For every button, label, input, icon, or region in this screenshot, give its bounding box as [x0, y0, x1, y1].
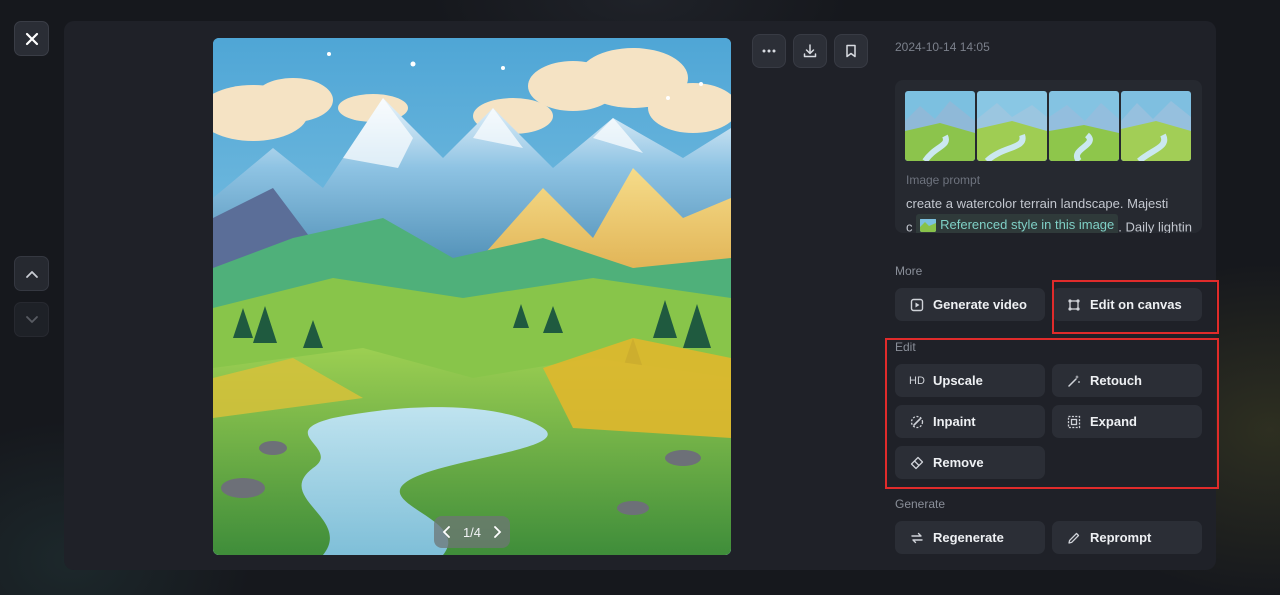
hd-icon: HD [909, 374, 925, 387]
refresh-icon [909, 530, 925, 546]
download-icon [803, 44, 817, 58]
timestamp: 2024-10-14 14:05 [895, 40, 990, 54]
expand-icon [1066, 414, 1082, 430]
inpaint-brush-icon [909, 414, 925, 430]
video-add-icon [909, 297, 925, 313]
thumbnail[interactable] [905, 91, 975, 161]
eraser-icon [909, 455, 925, 471]
generate-section-label: Generate [895, 497, 946, 511]
generate-video-button[interactable]: Generate video [895, 288, 1045, 321]
reprompt-button[interactable]: Reprompt [1052, 521, 1202, 554]
bookmark-icon [846, 44, 856, 58]
inpaint-button[interactable]: Inpaint [895, 405, 1045, 438]
thumbnail[interactable] [1121, 91, 1191, 161]
generated-image[interactable] [213, 38, 731, 555]
thumbnail[interactable] [977, 91, 1047, 161]
thumbnail-strip [905, 91, 1191, 161]
edit-on-canvas-button[interactable]: Edit on canvas [1052, 288, 1202, 321]
reference-thumbnail [920, 218, 937, 232]
download-button[interactable] [793, 34, 827, 68]
edit-section-label: Edit [895, 340, 916, 354]
close-button[interactable] [14, 21, 49, 56]
reprompt-label: Reprompt [1090, 530, 1152, 545]
prompt-line-2-prefix: c [906, 219, 913, 234]
reference-chip-label: Referenced style in this image [940, 217, 1115, 232]
upscale-button[interactable]: HD Upscale [895, 364, 1045, 397]
previous-item-button[interactable] [14, 256, 49, 291]
chevron-right-icon[interactable] [492, 526, 502, 538]
upscale-label: Upscale [933, 373, 983, 388]
bookmark-button[interactable] [834, 34, 868, 68]
retouch-button[interactable]: Retouch [1052, 364, 1202, 397]
image-pager: 1/4 [434, 516, 510, 548]
expand-label: Expand [1090, 414, 1137, 429]
regenerate-button[interactable]: Regenerate [895, 521, 1045, 554]
prompt-text: create a watercolor terrain landscape. M… [906, 193, 1196, 233]
close-icon [25, 32, 38, 45]
prompt-line-2: c Referenced style in this image . Daily… [906, 214, 1196, 233]
expand-button[interactable]: Expand [1052, 405, 1202, 438]
magic-wand-icon [1066, 373, 1082, 389]
next-item-button[interactable] [14, 302, 49, 337]
chevron-left-icon[interactable] [442, 526, 452, 538]
edit-on-canvas-label: Edit on canvas [1090, 297, 1182, 312]
more-section-label: More [895, 264, 923, 278]
reference-style-chip[interactable]: Referenced style in this image [916, 214, 1119, 233]
inpaint-label: Inpaint [933, 414, 976, 429]
chevron-down-icon [25, 315, 38, 323]
generate-video-label: Generate video [933, 297, 1027, 312]
thumbnail[interactable] [1049, 91, 1119, 161]
prompt-label: Image prompt [906, 173, 981, 187]
chevron-up-icon [25, 270, 38, 278]
prompt-line-2-suffix: . Daily lightin [1118, 219, 1192, 234]
more-options-button[interactable] [752, 34, 786, 68]
more-horizontal-icon [762, 49, 776, 53]
regenerate-label: Regenerate [933, 530, 1004, 545]
retouch-label: Retouch [1090, 373, 1142, 388]
pencil-icon [1066, 530, 1082, 546]
prompt-card: Image prompt create a watercolor terrain… [895, 80, 1202, 233]
landscape-illustration [213, 38, 731, 555]
canvas-icon [1066, 297, 1082, 313]
prompt-line-1: create a watercolor terrain landscape. M… [906, 196, 1169, 211]
pager-text: 1/4 [462, 524, 482, 540]
remove-label: Remove [933, 455, 984, 470]
remove-button[interactable]: Remove [895, 446, 1045, 479]
